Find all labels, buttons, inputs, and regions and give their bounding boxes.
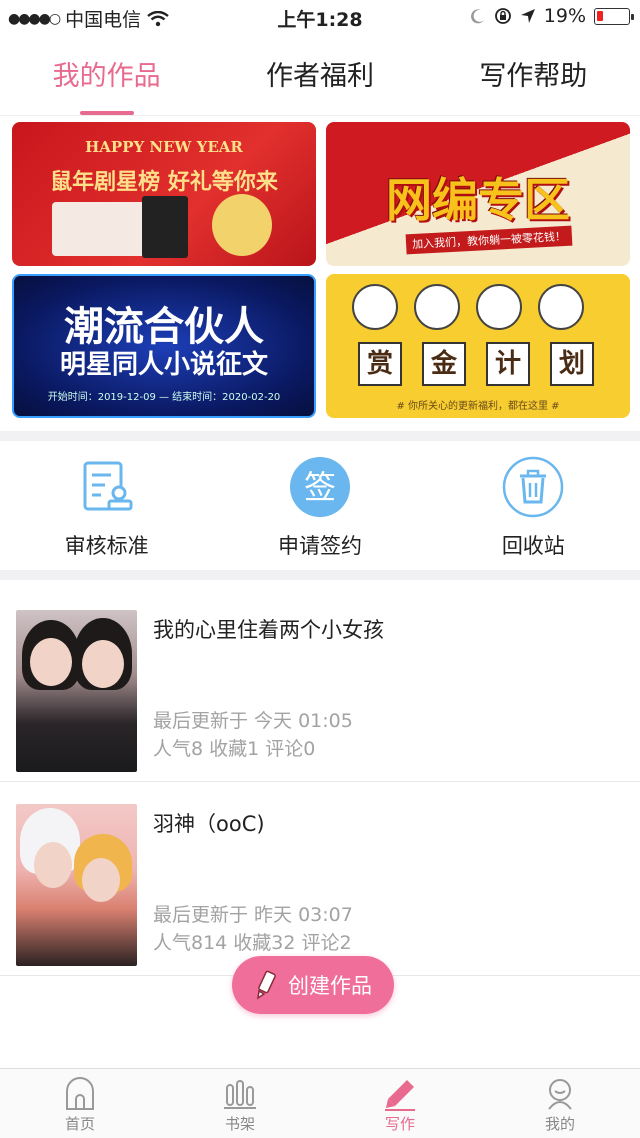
moon-icon <box>470 9 484 24</box>
pen-icon <box>383 1077 417 1111</box>
banner-editor-zone-title: 网编专区 <box>386 173 570 227</box>
create-work-button[interactable]: 创建作品 <box>232 956 394 1014</box>
banner-grid: HAPPY NEW YEAR 鼠年剧星榜 好礼等你来 网编专区 加入我们，教你躺… <box>12 122 630 420</box>
cover-face <box>34 842 72 888</box>
work-cover-image <box>16 804 137 966</box>
nav-bookshelf[interactable]: 书架 <box>160 1069 320 1138</box>
banner-bounty-footer: # 你所关心的更新福利，都在这里 # <box>396 401 560 412</box>
pencil-icon <box>257 970 276 1000</box>
recycle-bin-button[interactable]: 回收站 <box>427 446 640 570</box>
cover-face <box>82 640 124 688</box>
location-icon <box>520 9 535 23</box>
nav-profile[interactable]: 我的 <box>480 1069 640 1138</box>
battery-percent: 19% <box>543 5 586 27</box>
battery-icon <box>594 7 634 25</box>
work-stats: 人气8 收藏1 评论0 <box>153 738 316 760</box>
tab-author-benefits[interactable]: 作者福利 <box>213 34 426 115</box>
nav-home-label: 首页 <box>64 1115 95 1133</box>
create-work-label: 创建作品 <box>288 974 372 998</box>
review-standard-button[interactable]: 审核标准 <box>0 446 213 570</box>
bounty-sign: 划 <box>550 342 594 386</box>
top-tabs: 我的作品 作者福利 写作帮助 <box>0 34 640 116</box>
banner-editor-zone[interactable]: 网编专区 加入我们，教你躺一被零花钱！ <box>326 122 630 266</box>
bounty-sign: 金 <box>422 342 466 386</box>
tab-my-works[interactable]: 我的作品 <box>0 34 213 115</box>
banner-trend-partner-dates: 开始时间：2019-12-09 — 结束时间：2020-02-20 <box>47 392 281 403</box>
cat-icon <box>352 284 398 330</box>
status-bar: ●●●●○ 中国电信 上午1:28 19% <box>0 0 640 34</box>
profile-icon <box>543 1077 577 1111</box>
tab-writing-help[interactable]: 写作帮助 <box>427 34 640 115</box>
work-cover-image <box>16 610 137 772</box>
work-stats: 人气814 收藏32 评论2 <box>153 932 352 954</box>
action-row: 审核标准 签 申请签约 回收站 <box>0 446 640 570</box>
recycle-bin-label: 回收站 <box>501 534 565 558</box>
status-right: 19% <box>470 5 634 27</box>
bookshelf-icon <box>223 1077 257 1111</box>
banner-new-year-subtitle: 鼠年剧星榜 好礼等你来 <box>50 170 278 195</box>
cat-illustrations <box>352 284 584 330</box>
cat-icon <box>414 284 460 330</box>
work-item[interactable]: 我的心里住着两个小女孩 最后更新于 今天 01:05 人气8 收藏1 评论0 <box>0 588 640 782</box>
apply-contract-button[interactable]: 签 申请签约 <box>213 446 426 570</box>
trash-icon <box>502 456 564 518</box>
bounty-sign: 计 <box>486 342 530 386</box>
nav-write[interactable]: 写作 <box>320 1069 480 1138</box>
sign-contract-icon: 签 <box>289 456 351 518</box>
nav-bookshelf-label: 书架 <box>224 1115 255 1133</box>
banner-new-year[interactable]: HAPPY NEW YEAR 鼠年剧星榜 好礼等你来 <box>12 122 316 266</box>
work-updated: 最后更新于 昨天 03:07 <box>153 904 353 926</box>
work-title: 羽神（ooC) <box>153 812 265 836</box>
banner-trend-partner-subtitle: 明星同人小说征文 <box>59 350 268 380</box>
bottom-nav: 首页 书架 写作 我的 <box>0 1068 640 1138</box>
home-icon <box>63 1077 97 1111</box>
bounty-signs: 赏 金 计 划 <box>358 342 594 386</box>
banner-bounty-plan[interactable]: 赏 金 计 划 # 你所关心的更新福利，都在这里 # <box>326 274 630 418</box>
work-item[interactable]: 羽神（ooC) 最后更新于 昨天 03:07 人气814 收藏32 评论2 <box>0 782 640 976</box>
mouse-illustration <box>212 194 272 256</box>
cat-icon <box>476 284 522 330</box>
apply-contract-label: 申请签约 <box>277 534 362 558</box>
cover-face <box>82 858 120 902</box>
review-standard-icon <box>76 456 138 518</box>
nav-home[interactable]: 首页 <box>0 1069 160 1138</box>
palette-image <box>142 196 188 258</box>
divider <box>0 431 640 441</box>
bounty-sign: 赏 <box>358 342 402 386</box>
cover-face <box>30 638 72 686</box>
divider <box>0 570 640 580</box>
work-title: 我的心里住着两个小女孩 <box>153 618 384 642</box>
nav-write-label: 写作 <box>384 1115 415 1133</box>
nav-profile-label: 我的 <box>544 1115 575 1133</box>
rotation-lock-icon <box>494 8 511 24</box>
banner-trend-partner[interactable]: 潮流合伙人 明星同人小说征文 开始时间：2019-12-09 — 结束时间：20… <box>12 274 316 418</box>
cat-icon <box>538 284 584 330</box>
banner-new-year-title: HAPPY NEW YEAR <box>85 138 243 156</box>
work-updated: 最后更新于 今天 01:05 <box>153 710 353 732</box>
review-standard-label: 审核标准 <box>64 534 149 558</box>
sign-contract-glyph: 签 <box>289 457 350 517</box>
